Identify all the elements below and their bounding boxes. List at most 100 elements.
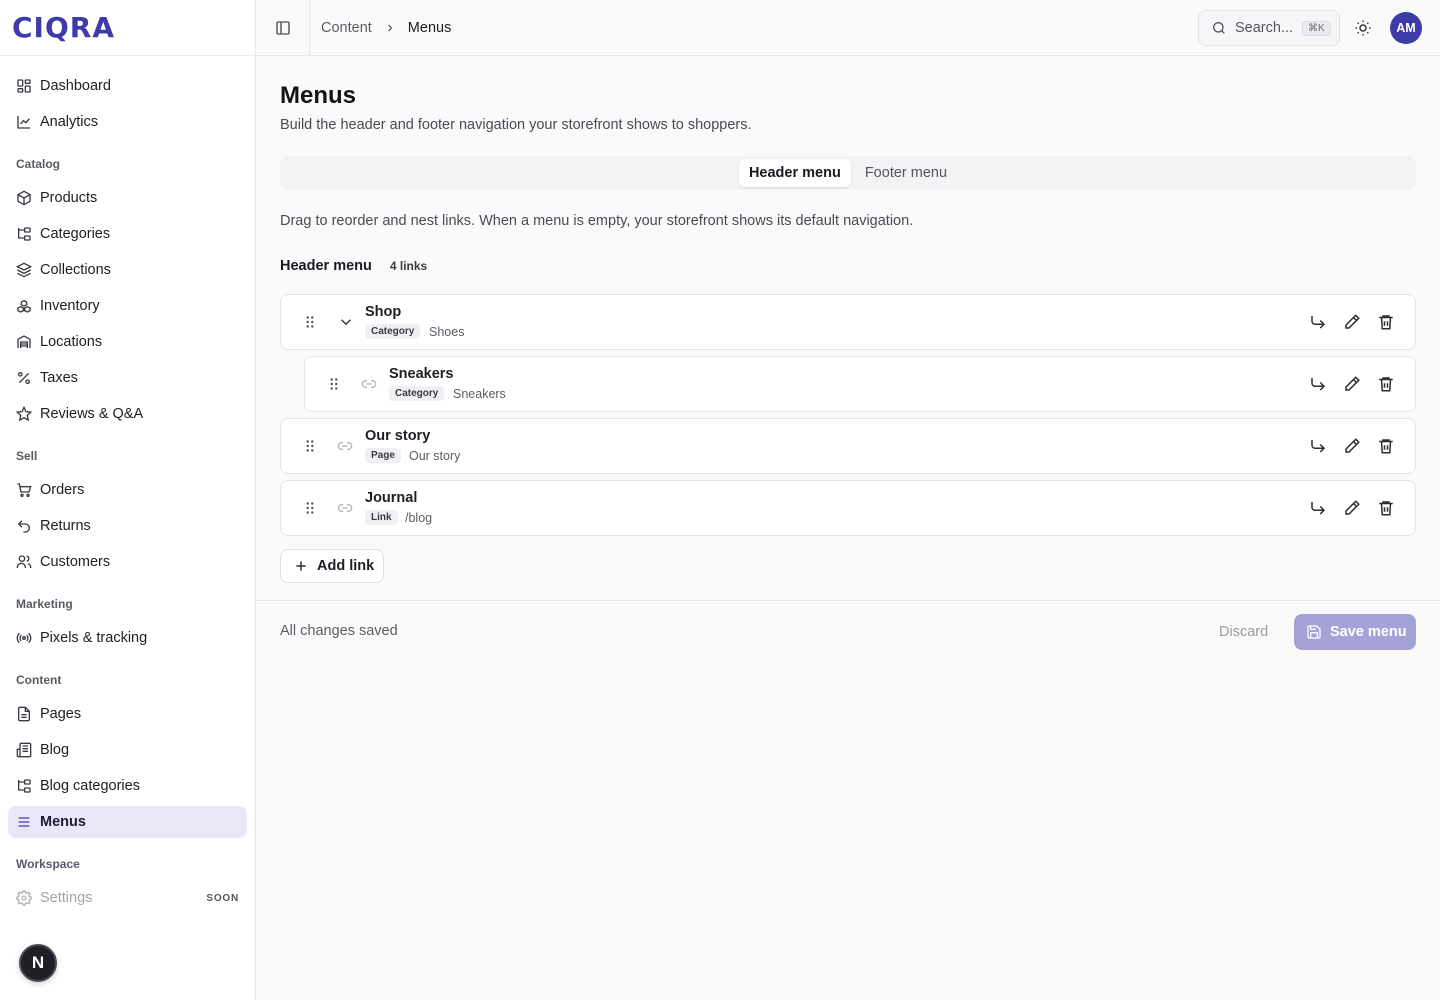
link-name: Journal bbox=[365, 490, 418, 506]
radio-icon bbox=[16, 632, 32, 644]
link-icon bbox=[337, 504, 353, 512]
avatar[interactable]: AM bbox=[1390, 12, 1422, 44]
section-label-workspace: Workspace bbox=[16, 857, 80, 871]
sidebar-item-label: Returns bbox=[40, 518, 91, 534]
sidebar-item-label: Collections bbox=[40, 262, 111, 278]
folder-tree-icon bbox=[18, 779, 31, 793]
link-name: Our story bbox=[365, 428, 431, 444]
sidebar-item-locations[interactable]: Locations bbox=[8, 326, 247, 358]
theme-toggle-button[interactable] bbox=[1351, 16, 1375, 40]
search-icon bbox=[1213, 22, 1225, 34]
nest-arrow-icon[interactable] bbox=[1309, 499, 1327, 517]
sidebar-item-label: Menus bbox=[40, 814, 86, 830]
sidebar-item-dashboard[interactable]: Dashboard bbox=[8, 70, 247, 102]
sidebar-item-customers[interactable]: Customers bbox=[8, 546, 247, 578]
drag-handle-icon[interactable] bbox=[301, 437, 319, 455]
link-type-badge: Category bbox=[389, 386, 445, 401]
link-type-badge: Link bbox=[365, 510, 398, 525]
warehouse-icon bbox=[17, 335, 31, 348]
boxes-icon bbox=[17, 299, 31, 313]
sidebar-nav: Dashboard Analytics Catalog Products Cat… bbox=[0, 56, 255, 914]
avatar-initials: AM bbox=[1396, 21, 1416, 35]
trash-icon[interactable] bbox=[1377, 499, 1395, 517]
sidebar-item-products[interactable]: Products bbox=[8, 182, 247, 214]
trash-icon[interactable] bbox=[1377, 313, 1395, 331]
floating-assistant-button[interactable]: N bbox=[19, 944, 57, 982]
sidebar-item-menus[interactable]: Menus bbox=[8, 806, 247, 838]
menu-tabs: Header menu Footer menu bbox=[280, 156, 1416, 190]
link-type-badge: Page bbox=[365, 448, 401, 463]
chevron-down-icon[interactable] bbox=[337, 313, 355, 331]
section-label-content: Content bbox=[16, 673, 62, 687]
menu-link-row[interactable]: Journal Link /blog bbox=[280, 480, 1416, 536]
chevron-right-icon bbox=[387, 24, 393, 31]
add-link-button[interactable]: Add link bbox=[280, 549, 384, 583]
panel-left-icon bbox=[275, 20, 290, 35]
breadcrumb-content[interactable]: Content bbox=[321, 20, 372, 36]
search-placeholder: Search... bbox=[1235, 20, 1294, 36]
drag-handle-icon[interactable] bbox=[301, 313, 319, 331]
tab-footer-menu[interactable]: Footer menu bbox=[855, 159, 957, 187]
sidebar-toggle-button[interactable] bbox=[256, 0, 310, 56]
sidebar-item-collections[interactable]: Collections bbox=[8, 254, 247, 286]
sidebar-item-analytics[interactable]: Analytics bbox=[8, 106, 247, 138]
sidebar-item-label: Taxes bbox=[40, 370, 78, 386]
sidebar-item-pixels-tracking[interactable]: Pixels & tracking bbox=[8, 622, 247, 654]
sidebar-item-label: Reviews & Q&A bbox=[40, 406, 144, 422]
package-icon bbox=[17, 190, 31, 206]
sidebar-item-taxes[interactable]: Taxes bbox=[8, 362, 247, 394]
nest-arrow-icon[interactable] bbox=[1309, 375, 1327, 393]
link-target: /blog bbox=[405, 511, 433, 525]
save-menu-button[interactable]: Save menu bbox=[1294, 614, 1416, 650]
topbar: Content Menus Search... ⌘K AM bbox=[256, 0, 1440, 56]
sidebar-item-reviews[interactable]: Reviews & Q&A bbox=[8, 398, 247, 430]
drag-handle-icon[interactable] bbox=[301, 499, 319, 517]
section-label-sell: Sell bbox=[16, 449, 38, 463]
pencil-icon[interactable] bbox=[1343, 437, 1361, 455]
menu-link-row[interactable]: Our story Page Our story bbox=[280, 418, 1416, 474]
sidebar-item-label: Dashboard bbox=[40, 78, 111, 94]
sidebar-item-label: Pages bbox=[40, 706, 82, 722]
link-type-badge: Category bbox=[365, 324, 421, 339]
add-link-label: Add link bbox=[317, 558, 375, 574]
nest-arrow-icon[interactable] bbox=[1309, 313, 1327, 331]
nest-arrow-icon[interactable] bbox=[1309, 437, 1327, 455]
sidebar-item-categories[interactable]: Categories bbox=[8, 218, 247, 250]
page-subtitle: Build the header and footer navigation y… bbox=[280, 117, 752, 133]
logo-bar: CIQRA bbox=[0, 0, 255, 56]
search-input[interactable]: Search... ⌘K bbox=[1198, 10, 1340, 46]
sidebar-item-label: Pixels & tracking bbox=[40, 630, 148, 646]
link-target: Our story bbox=[409, 449, 461, 463]
sidebar-item-label: Analytics bbox=[40, 114, 99, 130]
sidebar-item-blog[interactable]: Blog bbox=[8, 734, 247, 766]
sidebar-item-blog-categories[interactable]: Blog categories bbox=[8, 770, 247, 802]
save-bar: All changes saved Discard Save menu bbox=[256, 600, 1440, 660]
pencil-icon[interactable] bbox=[1343, 499, 1361, 517]
link-icon bbox=[337, 442, 353, 450]
sidebar-item-label: Customers bbox=[40, 554, 111, 570]
save-label: Save menu bbox=[1330, 624, 1407, 640]
sidebar-item-label: Products bbox=[40, 190, 98, 206]
menu-link-row[interactable]: Shop Category Shoes bbox=[280, 294, 1416, 350]
sidebar-item-inventory[interactable]: Inventory bbox=[8, 290, 247, 322]
brand-logo[interactable]: CIQRA bbox=[12, 11, 115, 44]
drag-handle-icon[interactable] bbox=[325, 375, 343, 393]
sidebar-item-orders[interactable]: Orders bbox=[8, 474, 247, 506]
sidebar-item-pages[interactable]: Pages bbox=[8, 698, 247, 730]
newspaper-icon bbox=[16, 742, 32, 758]
menu-link-row[interactable]: Sneakers Category Sneakers bbox=[304, 356, 1416, 412]
users-icon bbox=[16, 555, 32, 568]
save-icon bbox=[1307, 625, 1321, 639]
cart-icon bbox=[17, 483, 32, 497]
trash-icon[interactable] bbox=[1377, 375, 1395, 393]
link-icon bbox=[361, 380, 377, 388]
sidebar-item-returns[interactable]: Returns bbox=[8, 510, 247, 542]
trash-icon[interactable] bbox=[1377, 437, 1395, 455]
discard-button[interactable]: Discard bbox=[1206, 614, 1281, 650]
link-target: Shoes bbox=[429, 325, 465, 339]
sidebar-item-label: Locations bbox=[40, 334, 103, 350]
tab-header-menu[interactable]: Header menu bbox=[738, 159, 851, 187]
pencil-icon[interactable] bbox=[1343, 375, 1361, 393]
pencil-icon[interactable] bbox=[1343, 313, 1361, 331]
gear-icon bbox=[16, 890, 32, 906]
